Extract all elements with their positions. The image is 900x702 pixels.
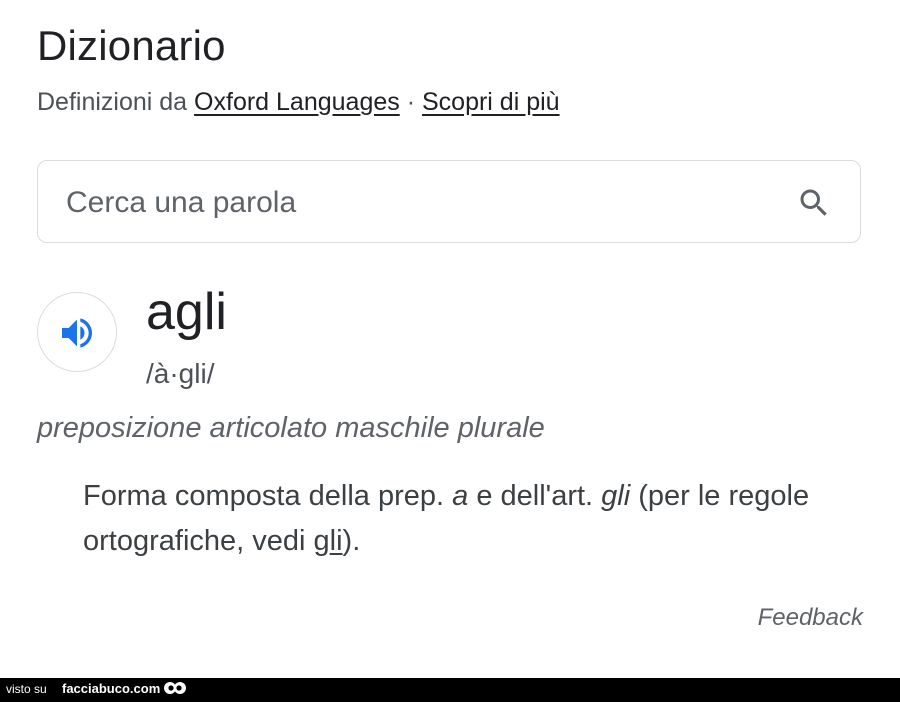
search-input[interactable]	[66, 183, 766, 223]
search-icon[interactable]	[796, 185, 832, 221]
definition-term: a	[452, 480, 469, 512]
watermark-brand: facciabuco.com	[62, 681, 161, 696]
oxford-languages-link[interactable]: Oxford Languages	[194, 88, 400, 116]
definition-part: ).	[342, 525, 361, 557]
definition-part: e dell'art.	[468, 480, 602, 512]
dictionary-card: Dizionario Definizioni da Oxford Languag…	[0, 0, 900, 702]
gli-link-prefix: g	[313, 525, 330, 557]
separator: ·	[406, 88, 416, 116]
phonetic-spelling: /à·gli/	[146, 358, 215, 389]
source-line: Definizioni da Oxford Languages · Scopri…	[37, 88, 560, 117]
pronunciation-button[interactable]	[37, 292, 117, 372]
gli-link-underlined: li	[329, 525, 343, 557]
speaker-icon	[62, 318, 92, 348]
watermark-bar: visto su facciabuco.com	[0, 678, 900, 702]
search-box	[37, 160, 861, 243]
source-prefix: Definizioni da	[37, 88, 188, 116]
gli-link[interactable]: gli	[314, 525, 343, 557]
definition-text: Forma composta della prep. a e dell'art.…	[83, 474, 843, 564]
eyes-logo-icon	[164, 682, 186, 694]
learn-more-link[interactable]: Scopri di più	[422, 88, 560, 116]
page-title: Dizionario	[37, 22, 226, 69]
headword: agli	[146, 283, 227, 341]
definition-part: Forma composta della prep.	[83, 480, 453, 512]
part-of-speech: preposizione articolato maschile plurale	[37, 412, 545, 444]
feedback-link[interactable]: Feedback	[758, 604, 863, 632]
watermark-prefix: visto su	[6, 682, 47, 696]
definition-term: gli	[601, 480, 631, 512]
